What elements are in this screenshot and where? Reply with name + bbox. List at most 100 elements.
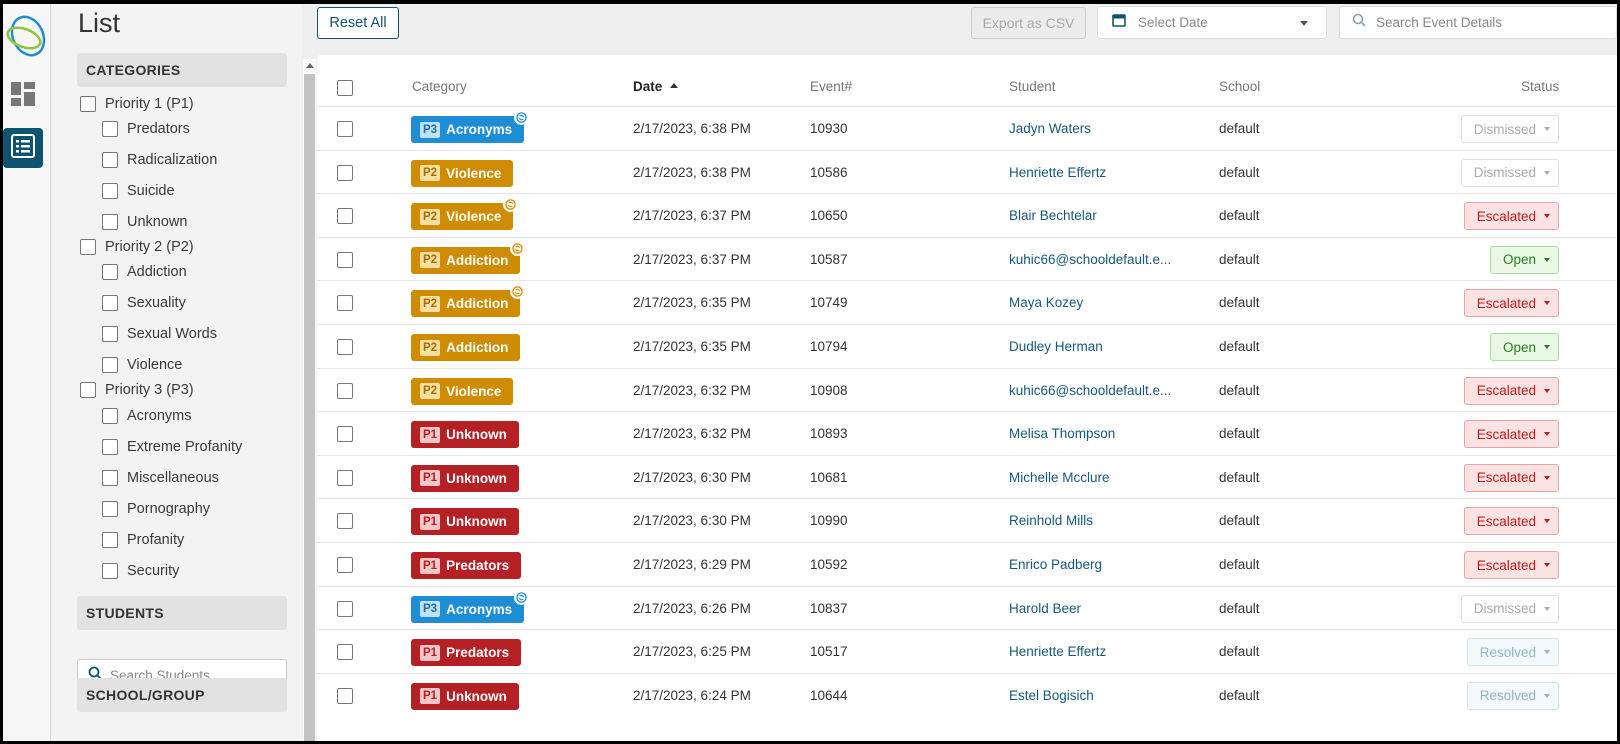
student-link[interactable]: Reinhold Mills	[1009, 513, 1093, 528]
student-link[interactable]: Michelle Mcclure	[1009, 470, 1110, 485]
status-dropdown[interactable]: Escalated	[1463, 376, 1559, 405]
table-row[interactable]: P2 Violence 2/17/2023, 6:38 PM 10586 Henriet…	[317, 149, 1617, 194]
category-badge[interactable]: P2 Addiction	[411, 284, 526, 318]
student-link[interactable]: Dudley Herman	[1009, 339, 1103, 354]
table-row[interactable]: P2 Violence 2/17/2023, 6:32 PM 10908 kuhic66…	[317, 367, 1617, 412]
row-checkbox[interactable]	[337, 339, 353, 355]
student-link[interactable]: kuhic66@schooldefault.e...	[1009, 383, 1171, 398]
checkbox[interactable]	[102, 470, 118, 486]
filter-extreme-profanity[interactable]: Extreme Profanity	[102, 439, 242, 455]
table-row[interactable]: P2 Addiction 2/17/2023, 6:35 PM 10794 Dudley…	[317, 324, 1617, 368]
student-link[interactable]: kuhic66@schooldefault.e...	[1009, 252, 1171, 267]
table-row[interactable]: P1 Unknown 2/17/2023, 6:24 PM 10644 Estel Bo…	[317, 672, 1617, 717]
status-dropdown[interactable]: Dismissed	[1460, 158, 1559, 187]
row-checkbox[interactable]	[337, 600, 353, 617]
column-header-category[interactable]: Category	[412, 79, 467, 94]
column-header-status[interactable]: Status	[1521, 79, 1559, 94]
status-dropdown[interactable]: Dismissed	[1460, 115, 1559, 143]
table-row[interactable]: P2 Addiction 2/17/2023, 6:35 PM 10749 Maya K…	[317, 280, 1617, 324]
filter-sexuality[interactable]: Sexuality	[102, 295, 186, 311]
status-dropdown[interactable]: Escalated	[1463, 420, 1559, 449]
checkbox[interactable]	[102, 183, 118, 199]
row-checkbox[interactable]	[337, 251, 353, 268]
row-checkbox[interactable]	[337, 426, 353, 443]
filter-radicalization[interactable]: Radicalization	[102, 152, 217, 168]
reset-all-button[interactable]: Reset All	[317, 7, 399, 39]
select-all-checkbox[interactable]	[337, 80, 353, 96]
row-checkbox[interactable]	[337, 644, 353, 661]
scrollbar-thumb[interactable]	[304, 74, 315, 741]
checkbox[interactable]	[102, 408, 118, 424]
column-header-student[interactable]: Student	[1009, 79, 1056, 94]
rail-dashboard-button[interactable]	[3, 76, 43, 116]
category-badge[interactable]: P1 Predators	[411, 639, 522, 667]
rail-list-button[interactable]	[3, 128, 43, 168]
status-dropdown[interactable]: Escalated	[1463, 507, 1559, 536]
checkbox[interactable]	[102, 532, 118, 548]
category-badge[interactable]: P3 Acronyms	[411, 589, 530, 623]
student-link[interactable]: Harold Beer	[1009, 601, 1081, 616]
filter-priority-3[interactable]: Priority 3 (P3)	[80, 382, 194, 398]
status-dropdown[interactable]: Open	[1489, 245, 1559, 274]
table-row[interactable]: P1 Predators 2/17/2023, 6:25 PM 10517 Henrie…	[317, 629, 1617, 673]
row-checkbox[interactable]	[337, 208, 353, 225]
export-csv-button[interactable]: Export as CSV	[971, 7, 1086, 39]
row-checkbox[interactable]	[337, 121, 353, 137]
filter-priority-2[interactable]: Priority 2 (P2)	[80, 239, 194, 255]
column-header-school[interactable]: School	[1219, 79, 1260, 94]
student-link[interactable]: Henriette Effertz	[1009, 165, 1106, 180]
student-link[interactable]: Jadyn Waters	[1009, 121, 1091, 136]
column-header-event[interactable]: Event#	[810, 79, 852, 94]
filter-profanity[interactable]: Profanity	[102, 532, 184, 548]
scroll-up-arrow-icon[interactable]	[306, 63, 314, 68]
student-link[interactable]: Henriette Effertz	[1009, 644, 1106, 659]
checkbox[interactable]	[102, 501, 118, 517]
checkbox[interactable]	[80, 382, 96, 398]
checkbox[interactable]	[80, 96, 96, 112]
table-row[interactable]: P3 Acronyms 2/17/2023, 6:38 PM 10930 Jadyn W…	[317, 106, 1617, 150]
table-row[interactable]: P2 Addiction 2/17/2023, 6:37 PM 10587 kuhic6…	[317, 236, 1617, 281]
checkbox[interactable]	[102, 214, 118, 230]
status-dropdown[interactable]: Resolved	[1466, 681, 1559, 710]
panel-scrollbar[interactable]	[303, 59, 316, 741]
checkbox[interactable]	[102, 563, 118, 579]
checkbox[interactable]	[102, 152, 118, 168]
student-link[interactable]: Maya Kozey	[1009, 295, 1083, 310]
table-row[interactable]: P1 Unknown 2/17/2023, 6:30 PM 10681 Michelle…	[317, 454, 1617, 499]
filter-miscellaneous[interactable]: Miscellaneous	[102, 470, 219, 486]
category-badge[interactable]: P1 Unknown	[411, 464, 519, 492]
category-badge[interactable]: P2 Addiction	[411, 334, 521, 361]
status-dropdown[interactable]: Resolved	[1466, 638, 1559, 667]
filter-sexual-words[interactable]: Sexual Words	[102, 326, 217, 342]
status-dropdown[interactable]: Dismissed	[1460, 594, 1559, 623]
category-badge[interactable]: P1 Unknown	[411, 421, 519, 449]
table-row[interactable]: P1 Unknown 2/17/2023, 6:32 PM 10893 Melisa T…	[317, 411, 1617, 455]
row-checkbox[interactable]	[337, 469, 353, 486]
event-search-input[interactable]	[1376, 15, 1606, 30]
checkbox[interactable]	[80, 239, 96, 255]
category-badge[interactable]: P3 Acronyms	[411, 110, 530, 143]
checkbox[interactable]	[102, 295, 118, 311]
checkbox[interactable]	[102, 121, 118, 137]
filter-acronyms[interactable]: Acronyms	[102, 408, 191, 424]
filter-priority-1[interactable]: Priority 1 (P1)	[80, 96, 194, 112]
status-dropdown[interactable]: Escalated	[1463, 551, 1559, 579]
filter-suicide[interactable]: Suicide	[102, 183, 175, 199]
student-link[interactable]: Estel Bogisich	[1009, 688, 1094, 703]
checkbox[interactable]	[102, 357, 118, 373]
checkbox[interactable]	[102, 326, 118, 342]
category-badge[interactable]: P1 Unknown	[411, 508, 519, 536]
row-checkbox[interactable]	[337, 557, 353, 573]
filter-pornography[interactable]: Pornography	[102, 501, 210, 517]
row-checkbox[interactable]	[337, 164, 353, 181]
status-dropdown[interactable]: Open	[1489, 333, 1559, 361]
filter-unknown[interactable]: Unknown	[102, 214, 187, 230]
student-link[interactable]: Enrico Padberg	[1009, 557, 1102, 572]
student-link[interactable]: Blair Bechtelar	[1009, 208, 1097, 223]
row-checkbox[interactable]	[337, 687, 353, 704]
category-badge[interactable]: P2 Violence	[411, 197, 519, 231]
category-badge[interactable]: P1 Predators	[411, 552, 522, 579]
table-row[interactable]: P1 Unknown 2/17/2023, 6:30 PM 10990 Reinhold…	[317, 498, 1617, 542]
status-dropdown[interactable]: Escalated	[1463, 289, 1559, 318]
category-badge[interactable]: P2 Violence	[411, 159, 514, 187]
